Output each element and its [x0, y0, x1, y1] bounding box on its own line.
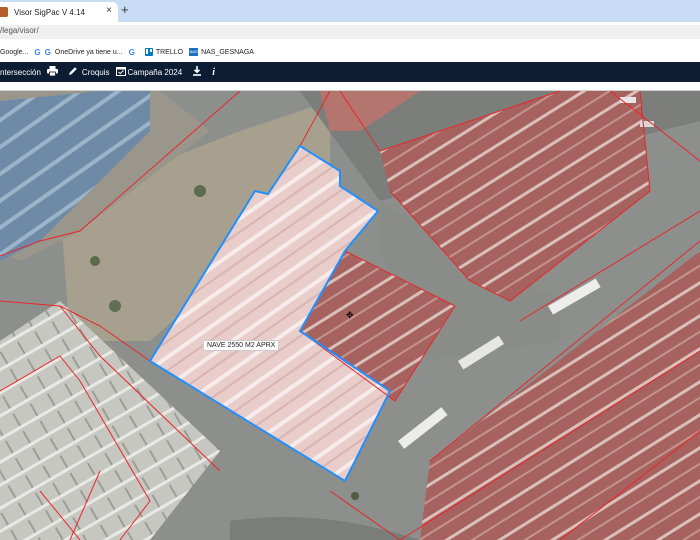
bookmark-label: NAS_GESNAGA: [201, 48, 254, 56]
pencil-icon[interactable]: [68, 66, 78, 78]
bookmark-label: OneDrive ya tiene u...: [54, 48, 123, 56]
new-tab-button[interactable]: +: [121, 3, 129, 17]
sigpac-toolbar: ntersección Croquis Campaña 2024 i: [0, 62, 700, 82]
interseccion-tool[interactable]: ntersección: [0, 68, 41, 77]
toolbar-divider: [0, 82, 700, 91]
google-icon: G: [44, 47, 51, 57]
bookmark-google[interactable]: Google...: [0, 49, 28, 56]
parcel-label: NAVE 2550 M2 APRX: [203, 340, 280, 351]
move-cursor-icon: ✥: [346, 310, 354, 320]
trello-icon: [144, 48, 153, 56]
croquis-tool[interactable]: Croquis: [82, 68, 110, 77]
url-text: /lega/visor/: [0, 26, 39, 35]
sigpac-favicon-icon: [0, 7, 8, 17]
print-icon[interactable]: [46, 66, 58, 78]
bookmark-google-2[interactable]: G: [129, 48, 139, 57]
campana-selector[interactable]: Campaña 2024: [128, 68, 183, 77]
tab-title: Visor SigPac V 4.14: [14, 7, 86, 17]
bookmark-label: TRELLO: [155, 48, 184, 56]
bookmark-onedrive[interactable]: G G OneDrive ya tiene u...: [34, 48, 122, 57]
address-bar: /lega/visor/: [0, 22, 700, 43]
nas-icon: NAS: [189, 48, 199, 56]
close-tab-icon[interactable]: ×: [106, 5, 112, 16]
aerial-map[interactable]: NAVE 2550 M2 APRX ✥: [0, 91, 700, 540]
google-icon: G: [34, 47, 41, 57]
download-icon[interactable]: [192, 66, 202, 78]
bookmark-label: Google...: [0, 48, 29, 56]
calendar-check-icon[interactable]: [115, 66, 126, 78]
url-field[interactable]: /lega/visor/: [0, 25, 700, 39]
google-icon: G: [128, 47, 135, 57]
browser-tab-bar: Visor SigPac V 4.14 × +: [0, 0, 700, 22]
bookmark-nas[interactable]: NAS NAS_GESNAGA: [189, 48, 254, 56]
info-icon[interactable]: i: [212, 67, 215, 78]
bookmark-trello[interactable]: TRELLO: [144, 48, 184, 56]
browser-tab-visor[interactable]: Visor SigPac V 4.14 ×: [0, 2, 118, 22]
bookmarks-bar: Google... G G OneDrive ya tiene u... G T…: [0, 42, 700, 63]
